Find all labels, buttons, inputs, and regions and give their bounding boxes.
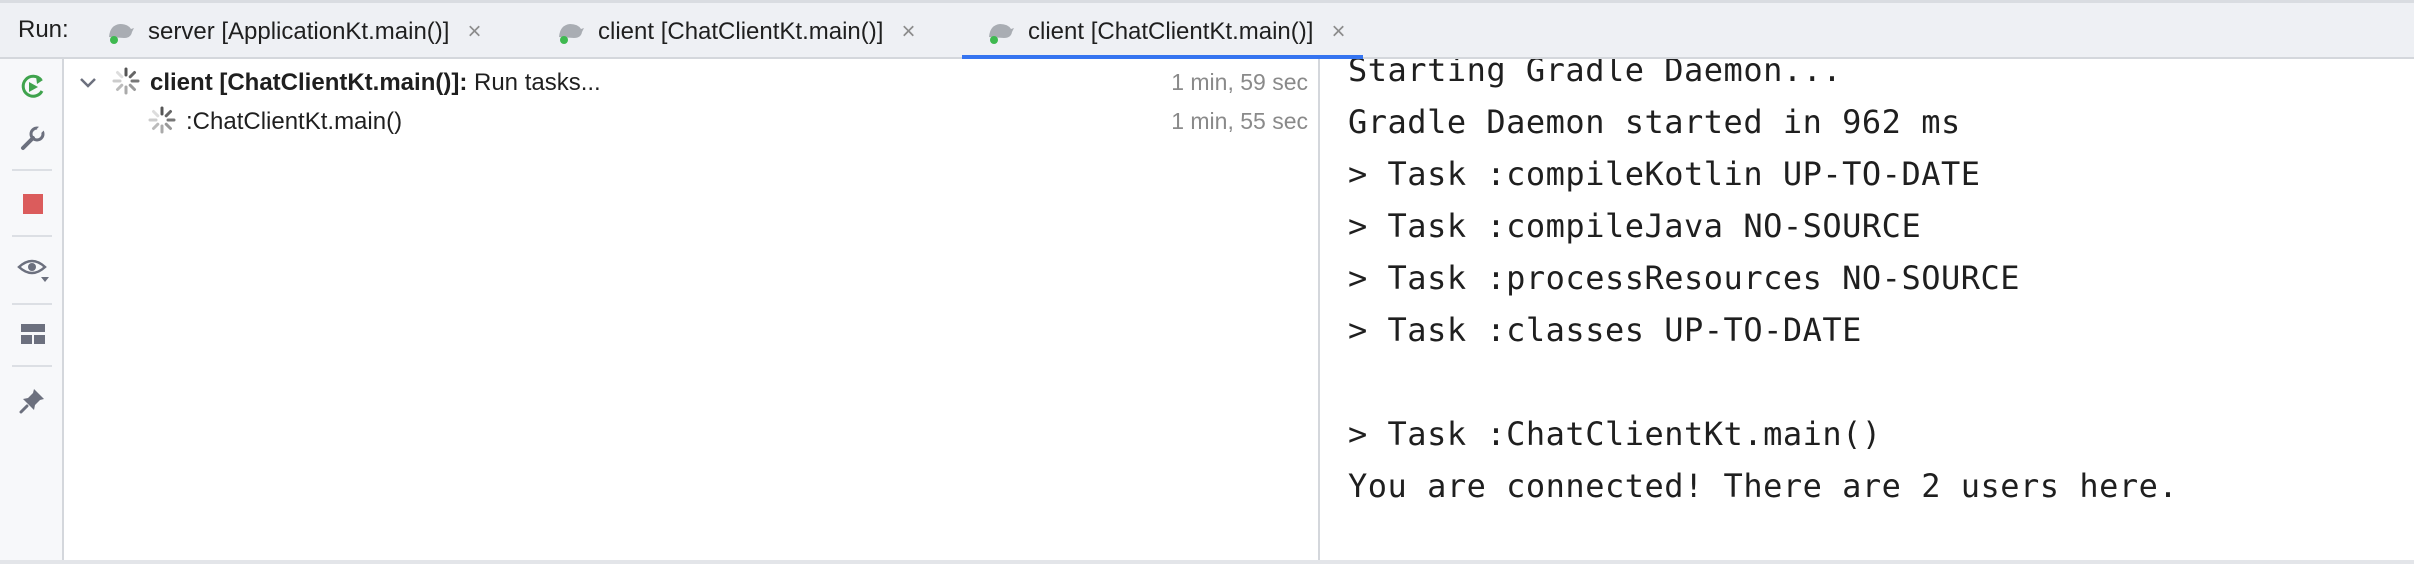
elapsed-time: 1 min, 59 sec — [1171, 69, 1308, 95]
kotlin-run-config-icon — [556, 19, 586, 45]
close-icon[interactable]: × — [901, 18, 915, 46]
toolbar-separator — [12, 235, 52, 237]
tab-label: client [ChatClientKt.main()] — [598, 17, 884, 45]
run-tab-bar: Run: server [ApplicationKt.main()] × cli… — [0, 0, 2414, 60]
pin-icon[interactable] — [16, 383, 50, 417]
tree-row[interactable]: :ChatClientKt.main() 1 min, 55 sec — [64, 104, 1318, 144]
close-icon[interactable]: × — [467, 18, 481, 46]
kotlin-run-config-icon — [106, 19, 136, 45]
console-line: Gradle Daemon started in 962 ms — [1348, 103, 1961, 141]
console-line: > Task :processResources NO-SOURCE — [1348, 259, 2021, 297]
close-icon[interactable]: × — [1331, 18, 1345, 46]
tab-label: client [ChatClientKt.main()] — [1028, 17, 1314, 45]
console-line: > Task :ChatClientKt.main() — [1348, 415, 1882, 453]
toolbar-separator — [12, 169, 52, 171]
run-label: Run: — [18, 16, 69, 43]
console-output[interactable]: Starting Gradle Daemon... Gradle Daemon … — [1320, 59, 2414, 564]
eye-icon[interactable] — [16, 253, 50, 287]
run-toolbar — [0, 59, 64, 564]
stop-icon[interactable] — [16, 187, 50, 221]
top-edge — [0, 0, 2414, 3]
chevron-down-icon[interactable] — [76, 71, 100, 95]
tab-client-2[interactable]: client [ChatClientKt.main()] × — [962, 6, 1364, 60]
bottom-edge — [0, 560, 2414, 564]
console-line: Starting Gradle Daemon... — [1348, 59, 1843, 89]
wrench-icon[interactable] — [16, 121, 50, 155]
tree-row-label: :ChatClientKt.main() — [186, 108, 403, 135]
spinner-icon — [146, 104, 178, 136]
tree-row[interactable]: client [ChatClientKt.main()]: Run tasks.… — [64, 65, 1318, 105]
console-line: > Task :compileJava NO-SOURCE — [1348, 207, 1922, 245]
tab-server[interactable]: server [ApplicationKt.main()] × — [106, 6, 481, 57]
tab-client-1[interactable]: client [ChatClientKt.main()] × — [556, 6, 915, 57]
tab-label: server [ApplicationKt.main()] — [148, 17, 450, 45]
rerun-icon[interactable] — [16, 69, 50, 103]
console-line: You are connected! There are 2 users her… — [1348, 467, 2179, 505]
kotlin-run-config-icon — [986, 19, 1016, 45]
tree-row-status: Run tasks... — [467, 69, 601, 96]
toolbar-separator — [12, 365, 52, 367]
tree-row-title: client [ChatClientKt.main()]: — [150, 69, 468, 96]
toolbar-separator — [12, 303, 52, 305]
build-tree: client [ChatClientKt.main()]: Run tasks.… — [64, 59, 1318, 564]
layout-icon[interactable] — [16, 317, 50, 351]
console-line: > Task :compileKotlin UP-TO-DATE — [1348, 155, 1981, 193]
elapsed-time: 1 min, 55 sec — [1171, 108, 1308, 134]
console-line: > Task :classes UP-TO-DATE — [1348, 311, 1862, 349]
spinner-icon — [110, 65, 142, 97]
